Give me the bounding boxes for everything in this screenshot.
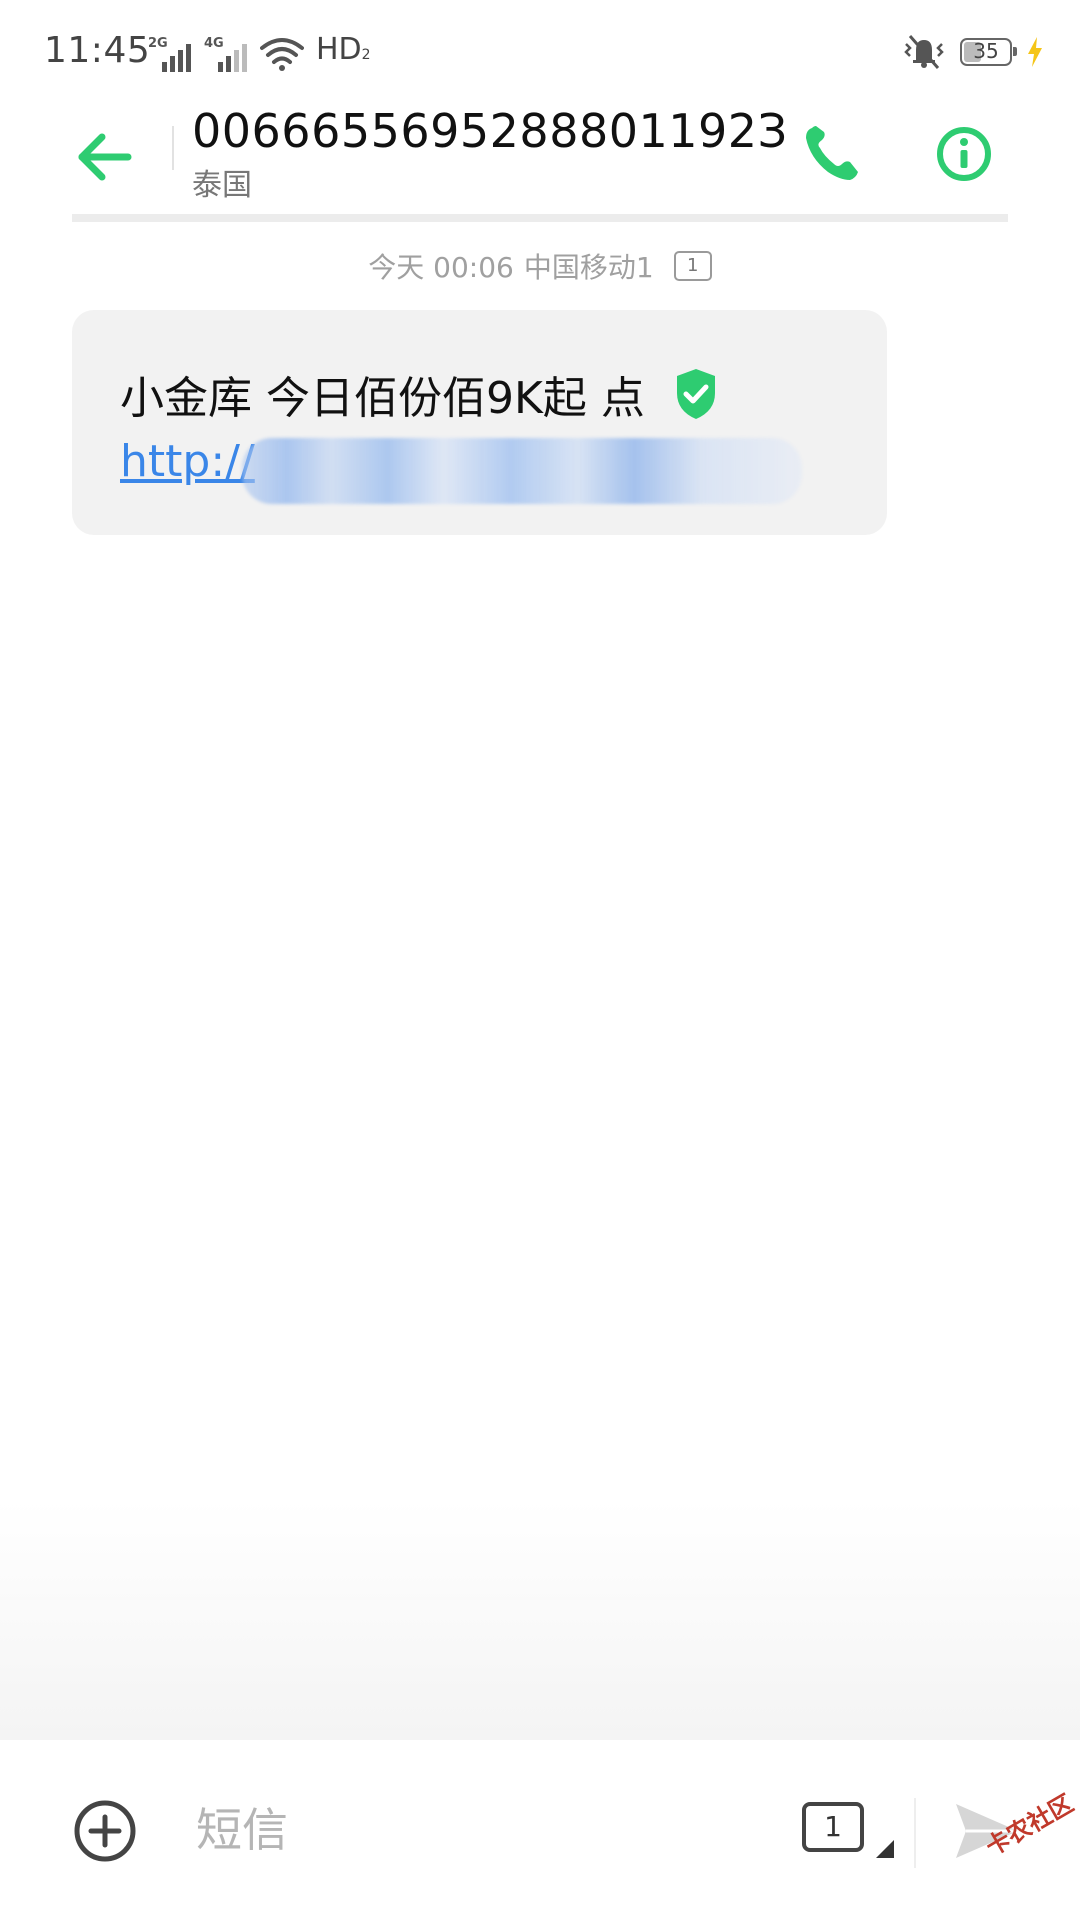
sim-card-icon: 1 xyxy=(802,1802,864,1852)
signal-icon: 4G xyxy=(204,36,248,72)
message-input[interactable] xyxy=(196,1792,756,1868)
sim-select-button[interactable]: 1 xyxy=(802,1802,894,1872)
message-timestamp: 今天 00:06 xyxy=(368,251,514,284)
shield-check-icon xyxy=(676,369,715,419)
message-text: 小金库 今日佰份佰9K起 点 xyxy=(120,373,645,424)
conversation-header: 0066655695288801192З 泰国 xyxy=(0,104,1080,214)
wifi-icon xyxy=(260,38,304,71)
call-button[interactable] xyxy=(800,122,864,186)
phone-icon xyxy=(806,126,858,180)
status-bar: 11:45 2G 4G HD2 35 xyxy=(0,0,1080,104)
message-link[interactable]: http:// xyxy=(120,436,255,487)
hd-sub-label: 2 xyxy=(361,47,371,63)
mute-vibrate-icon xyxy=(904,35,944,69)
carrier-label: 中国移动1 xyxy=(523,251,654,284)
message-composer: 1 xyxy=(0,1740,1080,1920)
signal-icon: 2G xyxy=(148,36,192,72)
hd-voice-indicator: HD2 xyxy=(316,33,371,72)
composer-shadow xyxy=(0,1500,1080,1740)
contact-number[interactable]: 0066655695288801192З xyxy=(192,104,788,158)
message-bubble[interactable]: 小金库 今日佰份佰9K起 点 http:// xyxy=(72,310,887,535)
add-attachment-button[interactable] xyxy=(72,1798,138,1864)
status-time: 11:45 xyxy=(44,30,151,71)
sim-card-badge: 1 xyxy=(673,251,712,281)
info-icon xyxy=(937,127,991,181)
battery-icon: 35 xyxy=(960,38,1017,66)
sms-conversation-screen: 11:45 2G 4G HD2 35 0066655695288801192З … xyxy=(0,0,1080,1920)
header-divider xyxy=(172,126,174,170)
charging-icon xyxy=(1028,37,1042,67)
header-separator xyxy=(72,214,1008,222)
plus-circle-icon xyxy=(74,1800,136,1862)
status-left-icons: 2G 4G HD2 xyxy=(148,32,371,72)
battery-level: 35 xyxy=(973,39,999,63)
message-text-row: 小金库 今日佰份佰9K起 点 xyxy=(120,362,719,426)
arrow-left-icon xyxy=(78,133,132,181)
back-button[interactable] xyxy=(70,122,140,192)
contact-region: 泰国 xyxy=(192,168,252,203)
info-button[interactable] xyxy=(932,122,996,186)
hd-label: HD xyxy=(316,32,362,67)
status-right-icons: 35 xyxy=(902,34,1044,70)
message-timestamp-row: 今天 00:06 中国移动1 1 xyxy=(0,246,1080,286)
dropdown-corner-icon xyxy=(876,1840,894,1858)
redacted-link-blur xyxy=(242,438,802,504)
composer-divider xyxy=(914,1798,916,1868)
